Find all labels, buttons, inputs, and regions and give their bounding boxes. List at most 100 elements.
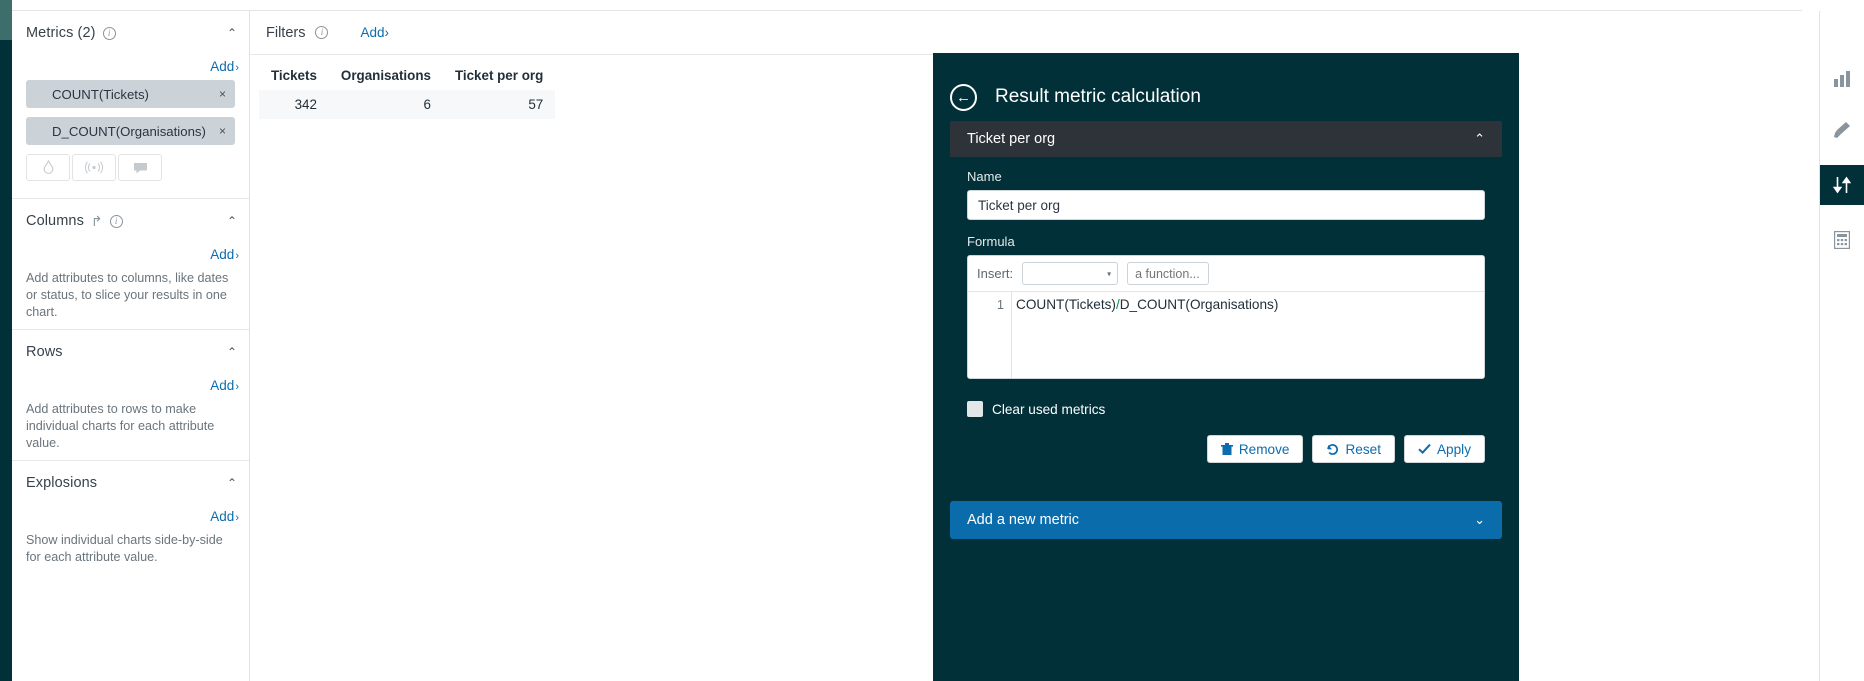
explosions-add-caret-icon: › — [235, 512, 239, 524]
formula-editor: Insert: ▾ 1 COUNT(Tickets)/D_COUNT(Organ… — [967, 255, 1485, 379]
add-new-metric-label: Add a new metric — [967, 512, 1079, 528]
result-metric-panel: ← Result metric calculation Ticket per o… — [933, 53, 1519, 681]
metric-card-collapse-chevron-icon[interactable]: ⌃ — [1474, 131, 1485, 147]
metric-tool-buttons — [26, 154, 235, 181]
table-cell: 57 — [443, 90, 555, 119]
metric-card-body: Name Formula Insert: ▾ 1 COUNT(Tickets)/… — [950, 157, 1502, 480]
drop-icon-button[interactable] — [26, 154, 70, 181]
paintbrush-icon-glyph — [1833, 121, 1851, 139]
reset-button-label: Reset — [1345, 442, 1381, 457]
clear-used-metrics-row[interactable]: Clear used metrics — [967, 401, 1485, 417]
insert-label: Insert: — [977, 266, 1013, 281]
sort-icon[interactable] — [1820, 165, 1864, 205]
columns-section-header: Columns ↱ i — [26, 199, 235, 243]
table-column-header[interactable]: Ticket per org — [443, 64, 555, 90]
metrics-collapse-chevron-icon[interactable]: ⌃ — [227, 27, 237, 39]
formula-code-text: COUNT(Tickets)/D_COUNT(Organisations) — [1012, 292, 1278, 378]
remove-button-label: Remove — [1239, 442, 1290, 457]
metric-chip-remove-icon[interactable]: × — [219, 87, 226, 101]
clear-used-metrics-checkbox[interactable] — [967, 401, 983, 417]
reset-button[interactable]: Reset — [1312, 435, 1395, 463]
left-accent-rail — [0, 0, 12, 681]
filters-add-link[interactable]: Add› — [360, 25, 389, 40]
clear-used-metrics-label: Clear used metrics — [992, 402, 1105, 417]
sort-icon-glyph — [1833, 176, 1851, 194]
insert-function-input[interactable] — [1127, 262, 1209, 285]
remove-button[interactable]: Remove — [1207, 435, 1304, 463]
metrics-section-title: Metrics (2) — [26, 25, 96, 41]
metric-name-input[interactable] — [967, 190, 1485, 220]
info-icon[interactable]: i — [110, 215, 123, 228]
trash-icon — [1221, 443, 1233, 456]
table-column-header[interactable]: Organisations — [329, 64, 443, 90]
left-accent-rail-top — [0, 0, 12, 40]
explosions-hint-text: Show individual charts side-by-side for … — [26, 530, 235, 566]
table-header-row: Tickets Organisations Ticket per org — [259, 64, 555, 90]
comment-icon — [133, 162, 148, 174]
explosions-collapse-chevron-icon[interactable]: ⌃ — [227, 477, 237, 489]
share-arrow-icon[interactable]: ↱ — [91, 214, 103, 228]
check-icon — [1418, 443, 1431, 455]
metric-chip[interactable]: D_COUNT(Organisations) × — [26, 117, 235, 145]
table-column-header[interactable]: Tickets — [259, 64, 329, 90]
formula-field-label: Formula — [967, 234, 1485, 249]
filters-label: Filters — [266, 25, 305, 41]
bar-chart-icon-glyph — [1833, 71, 1851, 87]
results-table: Tickets Organisations Ticket per org 342… — [259, 64, 555, 119]
sidebar-section-explosions: Explosions ⌃ Add› Show individual charts… — [12, 461, 249, 592]
comment-icon-button[interactable] — [118, 154, 162, 181]
drop-icon — [42, 160, 55, 175]
signal-icon — [84, 161, 104, 174]
insert-metric-select[interactable]: ▾ — [1022, 262, 1118, 285]
calculator-icon[interactable] — [1820, 224, 1864, 256]
signal-icon-button[interactable] — [72, 154, 116, 181]
table-row: 342 6 57 — [259, 90, 555, 119]
table-cell: 6 — [329, 90, 443, 119]
metric-chip-label: COUNT(Tickets) — [52, 87, 149, 102]
rows-add-link[interactable]: Add› — [210, 378, 239, 393]
rows-hint-text: Add attributes to rows to make individua… — [26, 399, 235, 452]
rows-add-caret-icon: › — [235, 381, 239, 393]
sidebar-section-metrics: Metrics (2) i ⌃ Add› COUNT(Tickets) × D_… — [12, 11, 249, 199]
sidebar-section-rows: Rows ⌃ Add› Add attributes to rows to ma… — [12, 330, 249, 461]
paintbrush-icon[interactable] — [1820, 114, 1864, 146]
metric-card: Ticket per org ⌃ Name Formula Insert: ▾ — [950, 121, 1502, 480]
rows-collapse-chevron-icon[interactable]: ⌃ — [227, 346, 237, 358]
table-cell: 342 — [259, 90, 329, 119]
formula-left-operand: COUNT(Tickets) — [1016, 297, 1116, 312]
metric-card-header[interactable]: Ticket per org ⌃ — [950, 121, 1502, 157]
rows-add-label: Add — [210, 378, 234, 393]
info-icon[interactable]: i — [103, 27, 116, 40]
config-sidebar: Metrics (2) i ⌃ Add› COUNT(Tickets) × D_… — [12, 11, 250, 681]
columns-section-title: Columns — [26, 213, 84, 229]
card-action-buttons: Remove Reset Apply — [967, 435, 1485, 463]
metrics-add-label: Add — [210, 59, 234, 74]
metrics-section-header: Metrics (2) i — [26, 11, 235, 55]
tool-rail — [1819, 11, 1864, 681]
calculator-icon-glyph — [1834, 231, 1850, 249]
name-field-label: Name — [967, 169, 1485, 184]
add-new-metric-bar[interactable]: Add a new metric ⌄ — [950, 501, 1502, 539]
code-line-number: 1 — [968, 292, 1012, 378]
chevron-down-icon: ▾ — [1107, 269, 1111, 278]
explosions-add-link[interactable]: Add› — [210, 509, 239, 524]
bar-chart-icon[interactable] — [1820, 63, 1864, 95]
results-area: Filters i Add› Tickets Organisations Tic… — [250, 11, 933, 681]
info-icon[interactable]: i — [315, 26, 328, 39]
apply-button-label: Apply — [1437, 442, 1471, 457]
rows-section-title: Rows — [26, 344, 63, 360]
back-arrow-icon[interactable]: ← — [950, 84, 977, 111]
apply-button[interactable]: Apply — [1404, 435, 1485, 463]
columns-collapse-chevron-icon[interactable]: ⌃ — [227, 215, 237, 227]
formula-code-area[interactable]: 1 COUNT(Tickets)/D_COUNT(Organisations) — [968, 292, 1484, 378]
explosions-add-label: Add — [210, 509, 234, 524]
formula-toolbar: Insert: ▾ — [968, 256, 1484, 292]
metric-chip-remove-icon[interactable]: × — [219, 124, 226, 138]
metrics-add-caret-icon: › — [235, 62, 239, 74]
panel-header: ← Result metric calculation — [933, 53, 1519, 121]
metrics-add-link[interactable]: Add› — [210, 59, 239, 74]
metric-chip[interactable]: COUNT(Tickets) × — [26, 80, 235, 108]
panel-title: Result metric calculation — [995, 86, 1201, 108]
columns-add-link[interactable]: Add› — [210, 247, 239, 262]
metric-chip-label: D_COUNT(Organisations) — [52, 124, 206, 139]
